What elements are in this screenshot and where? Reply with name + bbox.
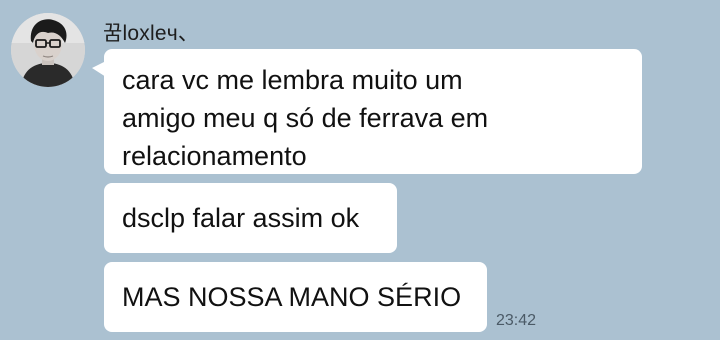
message-text-line: amigo meu q só de ferrava em — [122, 103, 489, 133]
message-timestamp: 23:42 — [496, 312, 537, 329]
message-text-line: relacionamento — [122, 141, 307, 171]
message-text-line: MAS NOSSA MANO SÉRIO — [122, 282, 462, 312]
profile-photo-icon — [11, 13, 85, 87]
message-bubble[interactable]: cara vc me lembra muito um amigo meu q s… — [92, 49, 642, 174]
sender-avatar[interactable] — [11, 13, 85, 87]
message-text-line: dsclp falar assim ok — [122, 203, 360, 233]
message-bubble[interactable]: dsclp falar assim ok — [104, 183, 397, 253]
sender-name: 꿈loxleч、 — [103, 22, 200, 45]
bubble-tail — [92, 61, 106, 77]
message-bubble[interactable]: MAS NOSSA MANO SÉRIO — [104, 262, 487, 332]
message-text-line: cara vc me lembra muito um — [122, 65, 463, 95]
